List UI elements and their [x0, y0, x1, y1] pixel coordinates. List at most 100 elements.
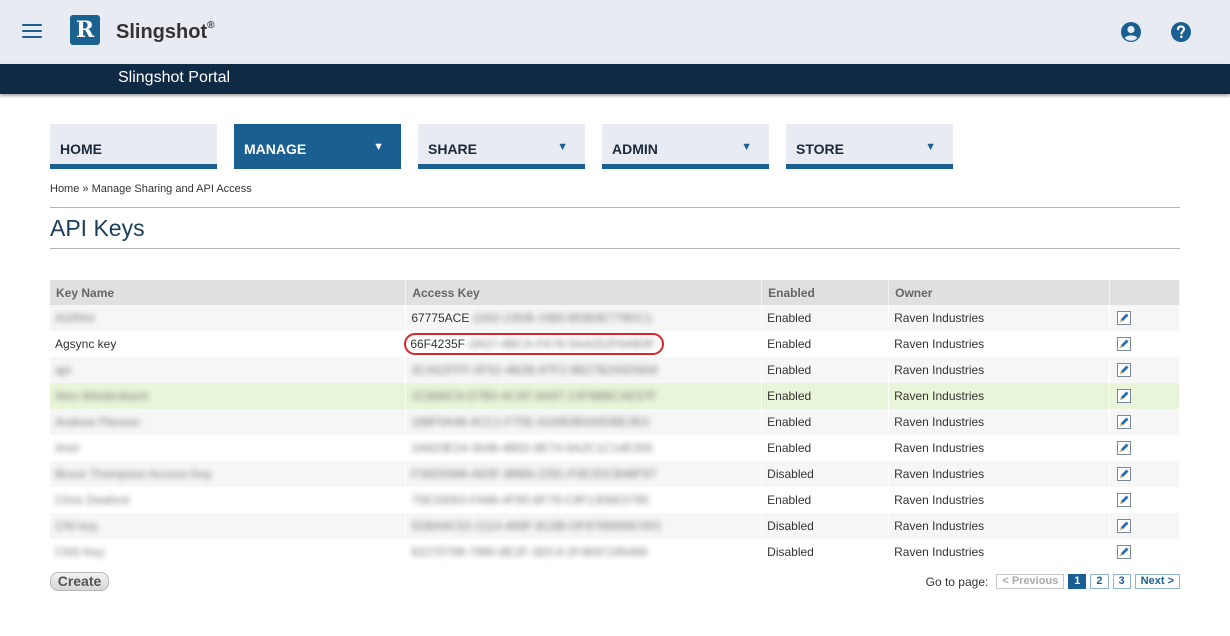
key-name-cell: CNS Key [50, 539, 407, 565]
breadcrumb-separator: » [79, 183, 92, 195]
pagination: Go to page: < Previous 1 2 3 Next > [926, 574, 1180, 589]
table-row[interactable]: Ariel 2A623E24-3048-4B02-8E74-5A2C1C14E3… [50, 435, 1180, 461]
next-page-button[interactable]: Next > [1134, 574, 1180, 589]
edit-cell [1109, 461, 1180, 487]
key-name-cell: AGRInt [50, 305, 407, 331]
user-account-icon[interactable] [1120, 21, 1142, 43]
tab-home[interactable]: HOME [50, 124, 217, 169]
edit-cell [1109, 487, 1180, 513]
edit-icon[interactable] [1117, 493, 1131, 508]
enabled-cell: Enabled [761, 409, 890, 435]
column-header-access-key[interactable]: Access Key [405, 280, 763, 305]
table-row[interactable]: CNS Key 62270799-7990-8E2F-3DC4-2F469719… [50, 539, 1180, 565]
edit-icon[interactable] [1117, 337, 1131, 352]
edit-cell [1109, 305, 1180, 331]
owner-cell: Raven Industries [888, 435, 1110, 461]
owner-cell: Raven Industries [888, 383, 1110, 409]
page-button-2[interactable]: 2 [1090, 574, 1109, 589]
column-header-actions [1109, 280, 1180, 305]
access-key-cell: 2A623E24-3048-4B02-8E74-5A2C1C14E300 [405, 435, 763, 461]
table-row[interactable]: Bruce Thompson Access Key F30D5998-A63F-… [50, 461, 1180, 487]
chevron-down-icon: ▼ [373, 141, 384, 153]
chevron-down-icon: ▼ [925, 141, 936, 153]
enabled-cell: Enabled [761, 357, 890, 383]
edit-cell [1109, 383, 1180, 409]
tab-home-label: HOME [60, 141, 102, 157]
enabled-cell: Enabled [761, 331, 890, 357]
portal-title: Slingshot Portal [118, 69, 231, 86]
key-name-cell: Andrew Pierson [50, 409, 407, 435]
table-row[interactable]: AGRInt 67775ACE-1002-23DB-1980-BDB3E779D… [50, 305, 1180, 331]
key-name-cell: Bruce Thompson Access Key [50, 461, 407, 487]
tab-store-label: STORE [796, 141, 844, 157]
key-name-cell: Alex Wiedenbach [50, 383, 407, 409]
pagination-label: Go to page: [925, 574, 989, 589]
owner-cell: Raven Industries [888, 409, 1110, 435]
table-header-row: Key Name Access Key Enabled Owner [50, 280, 1180, 305]
access-key-cell: 75E33063-FA66-4F90-8F79-C9F1306E0795 [405, 487, 763, 513]
enabled-cell: Disabled [761, 539, 890, 565]
edit-icon[interactable] [1117, 467, 1131, 482]
access-key-cell: 3CA52FFF-0F52-4B2B-97F2-9B27B2A5D9A9 [405, 357, 763, 383]
enabled-cell: Disabled [761, 513, 890, 539]
chevron-down-icon: ▼ [741, 141, 752, 153]
page-button-1[interactable]: 1 [1068, 574, 1087, 589]
create-button[interactable]: Create [50, 572, 109, 591]
app-title: Slingshot® [116, 20, 215, 43]
column-header-key-name[interactable]: Key Name [50, 280, 407, 305]
access-key-cell: 5DBA9C52-2114-469F-B19B-DF8789999C001 [405, 513, 763, 539]
edit-icon[interactable] [1117, 441, 1131, 456]
edit-cell [1109, 331, 1180, 357]
raven-logo: R [70, 15, 100, 45]
menu-icon[interactable] [22, 24, 42, 40]
edit-cell [1109, 435, 1180, 461]
table-row[interactable]: Andrew Pierson 188F0A48-4CC1-F75E-8109DB… [50, 409, 1180, 435]
edit-icon[interactable] [1117, 363, 1131, 378]
key-name-cell: Chris Deaford [50, 487, 407, 513]
tab-store[interactable]: STORE ▼ [786, 124, 953, 169]
edit-icon[interactable] [1117, 519, 1131, 534]
owner-cell: Raven Industries [888, 461, 1110, 487]
edit-icon[interactable] [1117, 415, 1131, 430]
enabled-cell: Enabled [761, 383, 890, 409]
column-header-owner[interactable]: Owner [888, 280, 1110, 305]
divider [50, 207, 1180, 208]
breadcrumb: Home » Manage Sharing and API Access [50, 183, 252, 195]
breadcrumb-current: Manage Sharing and API Access [91, 183, 252, 195]
enabled-cell: Enabled [761, 487, 890, 513]
access-key-cell: F30D5998-A63F-9BB8-2291-F0E2DCB48F97 [405, 461, 763, 487]
access-key-cell: 188F0A48-4CC1-F75E-8109DB0A0DBE3E0 [405, 409, 763, 435]
tab-manage-label: MANAGE [244, 141, 307, 157]
edit-cell [1109, 357, 1180, 383]
key-name-cell: Ariel [50, 435, 407, 461]
divider [50, 248, 1180, 249]
portal-bar: Slingshot Portal [0, 64, 1230, 94]
tab-admin-label: ADMIN [612, 141, 658, 157]
edit-icon[interactable] [1117, 311, 1131, 326]
table-row[interactable]: Alex Wiedenbach 2CB86C9-D7B0-4CAF-8A97-1… [50, 383, 1180, 409]
owner-cell: Raven Industries [888, 539, 1110, 565]
api-keys-table: Key Name Access Key Enabled Owner AGRInt… [50, 280, 1180, 565]
edit-icon[interactable] [1117, 389, 1131, 404]
tab-share[interactable]: SHARE ▼ [418, 124, 585, 169]
key-name-cell: api [50, 357, 407, 383]
edit-cell [1109, 513, 1180, 539]
access-key-cell: 67775ACE-1002-23DB-1980-BDB3E779DC1 [405, 305, 763, 331]
owner-cell: Raven Industries [888, 357, 1110, 383]
page-button-3[interactable]: 3 [1112, 574, 1131, 589]
breadcrumb-home-link[interactable]: Home [50, 183, 79, 195]
highlighted-access-key: 66F4235F-3A07-4BCA-FA76-5AA252F6AB3F [404, 333, 665, 355]
key-name-cell: Agsync key [50, 331, 407, 357]
column-header-enabled[interactable]: Enabled [761, 280, 890, 305]
table-row[interactable]: api 3CA52FFF-0F52-4B2B-97F2-9B27B2A5D9A9… [50, 357, 1180, 383]
edit-icon[interactable] [1117, 545, 1131, 560]
enabled-cell: Enabled [761, 305, 890, 331]
table-row[interactable]: Chris Deaford 75E33063-FA66-4F90-8F79-C9… [50, 487, 1180, 513]
help-icon[interactable] [1170, 21, 1192, 43]
edit-cell [1109, 409, 1180, 435]
table-row[interactable]: Agsync key 66F4235F-3A07-4BCA-FA76-5AA25… [50, 331, 1180, 357]
tab-manage[interactable]: MANAGE ▼ [234, 124, 401, 169]
tab-admin[interactable]: ADMIN ▼ [602, 124, 769, 169]
previous-page-button[interactable]: < Previous [996, 574, 1065, 589]
table-row[interactable]: CNI key 5DBA9C52-2114-469F-B19B-DF878999… [50, 513, 1180, 539]
